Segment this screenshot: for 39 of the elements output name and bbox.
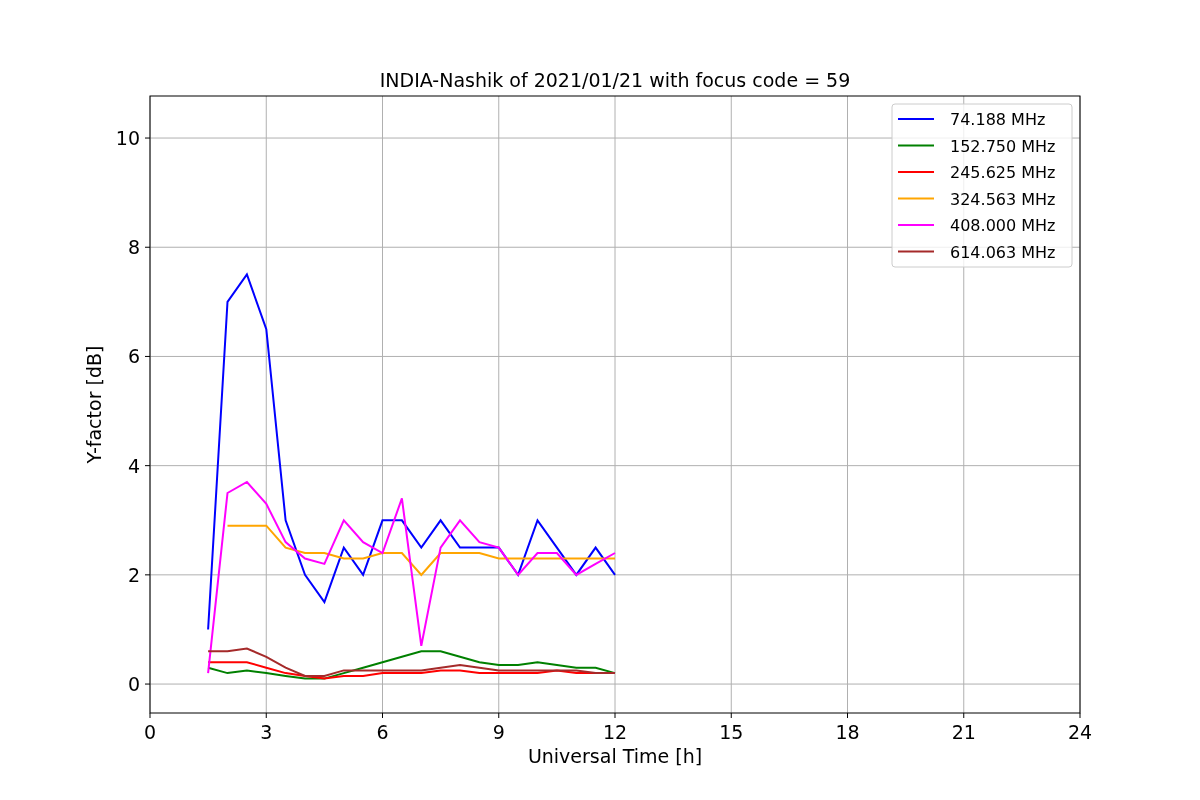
y-tick-label: 6 [127, 345, 140, 368]
x-tick-label: 9 [492, 721, 505, 743]
legend-label: 152.750 MHz [950, 136, 1056, 156]
tick-mark [144, 137, 151, 139]
x-tick-label: 15 [719, 721, 744, 743]
y-axis-label: Y-factor [dB] [83, 345, 105, 464]
tick-mark [144, 465, 151, 467]
y-tick-label: 0 [127, 673, 140, 696]
y-tick-label: 4 [127, 454, 140, 477]
legend-label: 245.625 MHz [950, 163, 1056, 182]
y-tick-label: 8 [127, 236, 140, 259]
tick-mark [730, 712, 732, 719]
legend-label: 408.000 MHz [950, 216, 1056, 235]
tick-mark [144, 355, 151, 357]
legend-label: 74.188 MHz [950, 110, 1046, 129]
x-tick-label: 24 [1067, 721, 1093, 743]
legend-label: 324.563 MHz [950, 189, 1056, 209]
y-tick-label: 10 [115, 127, 140, 150]
x-axis-label: Universal Time [h] [527, 745, 703, 767]
tick-mark [149, 712, 151, 719]
x-tick-label: 3 [260, 721, 273, 743]
tick-mark [498, 712, 500, 719]
x-tick-label: 18 [835, 721, 860, 743]
legend-label: 614.063 MHz [950, 242, 1056, 262]
x-tick-label: 6 [376, 721, 389, 743]
chart-title: INDIA-Nashik of 2021/01/21 with focus code = 59 [379, 69, 851, 91]
y-tick-label: 2 [127, 563, 140, 586]
tick-mark [614, 712, 616, 719]
x-tick-label: 12 [602, 721, 628, 743]
tick-mark [265, 712, 267, 719]
tick-mark [144, 683, 151, 685]
tick-mark [144, 574, 151, 576]
tick-mark [382, 712, 383, 719]
tick-mark [1079, 712, 1081, 719]
x-tick-label: 21 [951, 721, 976, 743]
tick-mark [144, 246, 151, 248]
x-tick-label: 0 [143, 721, 157, 743]
tick-mark [963, 712, 965, 719]
tick-mark [847, 712, 848, 719]
